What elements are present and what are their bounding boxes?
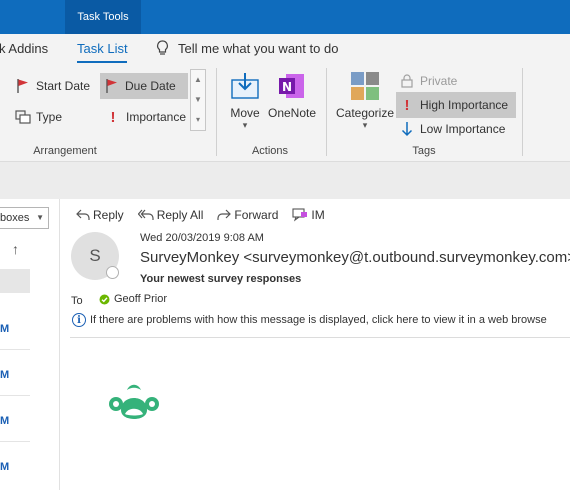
group-label-actions: Actions (251, 145, 289, 157)
arrange-start-date[interactable]: Start Date (14, 73, 98, 99)
arrangement-gallery-scroller[interactable]: ▲ ▼ ▾ (190, 69, 206, 131)
categorize-label: Categorize (335, 106, 395, 120)
sender-name[interactable]: SurveyMonkey <surveymonkey@t.outbound.su… (140, 249, 570, 266)
forward-label: Forward (234, 208, 279, 222)
gallery-expand-icon[interactable]: ▾ (191, 110, 205, 130)
active-tab-underline (77, 61, 127, 63)
avatar-initial: S (89, 246, 101, 265)
presence-status-icon (106, 266, 119, 279)
exclamation-icon: ! (404, 96, 410, 114)
lock-icon (398, 72, 416, 90)
info-text: If there are problems with how this mess… (90, 314, 547, 326)
categorize-button[interactable]: Categorize ▾ (334, 70, 396, 131)
surveymonkey-logo-icon (109, 384, 159, 419)
list-item-mark[interactable]: M (0, 323, 9, 335)
arrange-type[interactable]: Type (14, 104, 98, 130)
list-item-mark[interactable]: M (0, 369, 9, 381)
tell-me-search[interactable]: Tell me what you want to do (156, 40, 338, 56)
group-label-arrangement: Arrangement (33, 145, 97, 157)
type-label: Type (36, 110, 63, 124)
tab-addins[interactable]: k Addins (0, 41, 48, 56)
low-importance-label: Low Importance (420, 122, 506, 136)
red-flag-icon (14, 77, 32, 95)
chevron-down-icon: ▾ (242, 120, 248, 130)
arrange-due-date[interactable]: Due Date (100, 73, 188, 99)
folder-select[interactable]: boxes ▼ (0, 207, 49, 229)
info-bar[interactable]: i If there are problems with how this me… (72, 313, 547, 327)
reply-all-icon (137, 209, 154, 220)
tell-me-text: Tell me what you want to do (178, 40, 339, 56)
group-label-tags: Tags (412, 145, 436, 157)
reply-all-label: Reply All (156, 208, 204, 222)
due-date-label: Due Date (125, 79, 176, 93)
task-type-icon (14, 108, 32, 126)
group-divider (326, 68, 327, 156)
task-list-pane: boxes ▼ ↑ M M M M (0, 199, 60, 490)
recipient[interactable]: Geoff Prior (99, 293, 167, 305)
list-item-mark[interactable]: M (0, 415, 9, 427)
forward-button[interactable]: Forward (217, 208, 278, 222)
categorize-icon (351, 72, 379, 100)
reply-label: Reply (93, 208, 124, 222)
high-importance-label: High Importance (420, 98, 509, 112)
down-arrow-icon (398, 120, 416, 138)
move-icon (231, 73, 259, 99)
exclamation-icon: ! (110, 108, 116, 126)
ribbon: Start Date Due Date Type ! Importance ▲ … (0, 64, 570, 161)
high-importance-button[interactable]: ! High Importance (396, 92, 516, 118)
list-divider (0, 349, 30, 350)
context-tab-task-tools[interactable]: Task Tools (65, 0, 141, 34)
title-bar: Task Tools (0, 0, 570, 34)
move-button[interactable]: Move ▾ (228, 70, 262, 131)
ribbon-bottom-band (0, 161, 570, 199)
chat-bubble-icon (292, 208, 308, 222)
scroll-down-icon[interactable]: ▼ (191, 90, 205, 110)
header-divider (70, 337, 570, 338)
onenote-button[interactable]: N OneNote (266, 70, 318, 120)
ribbon-tab-row: k Addins Task List Tell me what you want… (0, 34, 570, 64)
private-button[interactable]: Private (398, 68, 457, 94)
reply-all-button[interactable]: Reply All (137, 208, 204, 222)
importance-label: Importance (126, 110, 187, 124)
scroll-up-icon[interactable]: ▲ (191, 70, 205, 90)
group-divider (522, 68, 523, 156)
tab-task-list[interactable]: Task List (77, 41, 128, 56)
message-date: Wed 20/03/2019 9:08 AM (140, 232, 264, 244)
im-button[interactable]: IM (292, 208, 325, 222)
reply-button[interactable]: Reply (76, 208, 124, 222)
recipient-name: Geoff Prior (114, 293, 167, 305)
forward-icon (217, 209, 232, 220)
info-icon: i (72, 313, 86, 327)
chevron-down-icon: ▼ (36, 213, 44, 222)
im-label: IM (311, 208, 325, 222)
sort-up-arrow-icon[interactable]: ↑ (12, 241, 19, 257)
message-actions: Reply Reply All Forward IM (76, 208, 325, 222)
onenote-icon: N (279, 74, 304, 98)
arrange-importance[interactable]: ! Importance (104, 104, 190, 130)
chevron-down-icon: ▾ (362, 120, 368, 130)
selected-list-item[interactable] (0, 269, 30, 293)
folder-select-value: boxes (0, 212, 30, 224)
svg-text:N: N (282, 80, 292, 94)
private-label: Private (420, 74, 458, 88)
start-date-label: Start Date (36, 79, 91, 93)
low-importance-button[interactable]: Low Importance (398, 116, 505, 142)
onenote-label: OneNote (267, 106, 317, 120)
list-divider (0, 395, 30, 396)
group-divider (216, 68, 217, 156)
red-flag-icon (103, 77, 121, 95)
lightbulb-icon (157, 40, 168, 55)
to-label: To (71, 295, 83, 307)
reply-icon (76, 209, 90, 220)
list-item-mark[interactable]: M (0, 461, 9, 473)
list-divider (0, 441, 30, 442)
move-label: Move (230, 106, 260, 120)
check-circle-icon (99, 294, 110, 304)
message-subject: Your newest survey responses (140, 273, 302, 285)
